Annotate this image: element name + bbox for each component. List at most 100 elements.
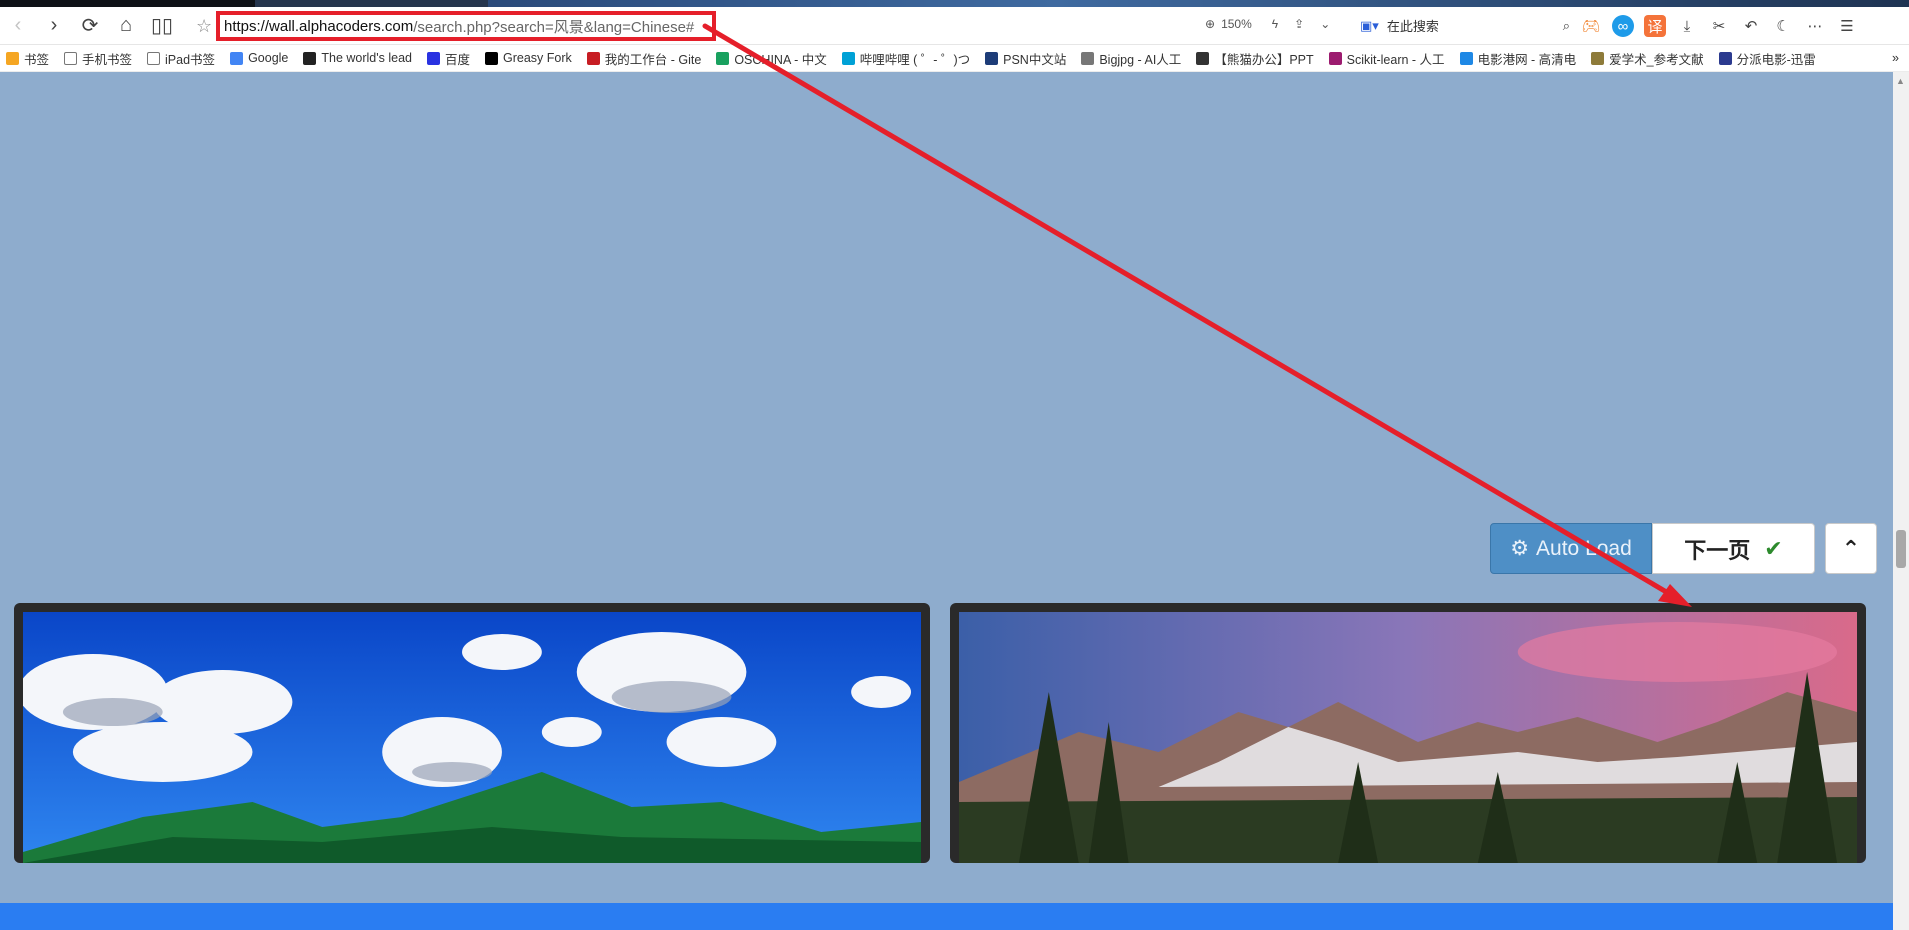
favicon-icon <box>985 51 999 65</box>
bookmark-label: Greasy Fork <box>503 51 572 65</box>
wallpaper-thumbnail[interactable] <box>959 612 1857 863</box>
bookmark-item[interactable]: The world's lead <box>297 51 421 65</box>
vertical-scrollbar[interactable]: ▲ <box>1893 72 1909 930</box>
bookmark-label: 我的工作台 - Gite <box>604 52 702 67</box>
more-icon[interactable]: ⋯ <box>1804 15 1826 37</box>
gear-icon: ⚙ <box>1510 537 1530 560</box>
bookmark-item[interactable]: 分派电影-迅雷 <box>1713 49 1825 68</box>
auto-load-button[interactable]: ⚙ Auto Load <box>1490 523 1652 574</box>
bookmark-label: 分派电影-迅雷 <box>1736 52 1816 67</box>
bookmark-label: Bigjpg - AI人工 <box>1099 52 1182 67</box>
game-icon[interactable]: 🎮︎ <box>1580 15 1602 37</box>
book-icon[interactable]: ▯▯ <box>144 8 180 44</box>
reload-icon[interactable]: ⟳ <box>72 8 108 44</box>
star-icon <box>6 51 19 65</box>
bookmark-label: iPad书签 <box>165 52 216 67</box>
bookmarks-overflow-icon[interactable]: » <box>1882 51 1909 65</box>
browser-toolbar: ‹ › ⟳ ⌂ ▯▯ ☆ https://wall.alphacoders.co… <box>0 7 1909 45</box>
zoom-indicator[interactable]: ⊕ 150% ϟ ⇪ ⌄ <box>1205 17 1330 31</box>
bookmark-item[interactable]: 百度 <box>421 49 479 68</box>
wallpaper-card[interactable] <box>14 603 930 863</box>
footer-bar <box>0 903 1893 930</box>
chevron-up-icon: ⌃ <box>1841 535 1861 561</box>
auto-load-label: Auto Load <box>1536 536 1632 560</box>
favicon-icon <box>147 51 161 65</box>
forward-icon[interactable]: › <box>36 8 72 44</box>
bookmark-label: PSN中文站 <box>1003 52 1067 67</box>
bookmark-label: 百度 <box>445 52 471 67</box>
translate-icon[interactable]: 译 <box>1644 15 1666 37</box>
scroll-up-icon[interactable]: ▲ <box>1896 76 1905 86</box>
extension-icons: 🎮︎ ∞ 译 ⤓ ✂ ↶ ☾ ⋯ ☰ <box>1580 15 1858 37</box>
favicon-icon <box>1081 51 1095 65</box>
bookmark-item[interactable]: 手机书签 <box>58 49 141 68</box>
bookmark-item[interactable]: PSN中文站 <box>979 49 1075 68</box>
favicon-icon <box>303 51 317 65</box>
bookmark-item[interactable]: 爱学术_参考文献 <box>1585 49 1712 68</box>
lightning-icon[interactable]: ϟ <box>1272 17 1278 31</box>
url-host: https://wall.alphacoders.com <box>224 17 414 35</box>
wallpaper-thumbnail[interactable] <box>23 612 921 863</box>
star-icon[interactable]: ☆ <box>196 16 212 37</box>
zoom-icon: ⊕ <box>1205 17 1216 31</box>
favicon-icon <box>1328 51 1342 65</box>
bookmark-label: 爱学术_参考文献 <box>1609 52 1704 67</box>
favicon-icon <box>230 51 244 65</box>
next-page-label: 下一页 <box>1684 537 1751 563</box>
bookmark-item[interactable]: OSCHINA - 中文 <box>710 49 835 68</box>
pagination-buttons: ⚙ Auto Load 下一页 ✔ <box>1490 523 1815 574</box>
favicon-icon <box>841 51 855 65</box>
bookmark-item[interactable]: 电影港网 - 高清电 <box>1454 49 1586 68</box>
scroll-to-top-button[interactable]: ⌃ <box>1825 523 1877 574</box>
favicon-icon <box>1591 51 1605 65</box>
favicon-icon <box>1196 51 1210 65</box>
share-icon[interactable]: ⇪ <box>1294 17 1304 31</box>
bookmark-label: The world's lead <box>321 51 412 65</box>
favicon-icon <box>1718 51 1732 65</box>
bookmark-label: Scikit-learn - 人工 <box>1346 52 1445 67</box>
moon-icon[interactable]: ☾ <box>1772 15 1794 37</box>
bookmark-item[interactable]: 我的工作台 - Gite <box>581 49 711 68</box>
bookmark-item[interactable]: iPad书签 <box>141 49 224 68</box>
background-tabs[interactable] <box>488 0 1909 7</box>
active-tab[interactable] <box>0 0 255 7</box>
next-page-button[interactable]: 下一页 ✔ <box>1652 523 1815 574</box>
favicon-icon <box>485 51 499 65</box>
bookmark-item[interactable]: 【熊猫办公】PPT <box>1190 49 1322 68</box>
favicon-icon <box>427 51 440 65</box>
search-box[interactable]: ▣▾ 在此搜索 ⌕ <box>1360 16 1570 35</box>
chevron-down-icon[interactable]: ⌄ <box>1320 17 1330 31</box>
bookmark-label: 手机书签 <box>82 52 133 67</box>
check-icon: ✔ <box>1764 535 1783 561</box>
address-bar[interactable]: https://wall.alphacoders.com/search.php?… <box>216 11 716 41</box>
bookmark-item[interactable]: Greasy Fork <box>479 51 581 65</box>
back-icon[interactable]: ‹ <box>0 8 36 44</box>
bookmark-item[interactable]: Google <box>224 51 297 65</box>
bookmark-label: 哔哩哔哩 ( ゜- ゜)つ <box>859 52 971 67</box>
favicon-icon <box>716 51 730 65</box>
favicon-icon <box>1459 51 1473 65</box>
bookmark-label: 书签 <box>24 52 50 67</box>
undo-icon[interactable]: ↶ <box>1740 15 1762 37</box>
favicon-icon <box>586 51 600 65</box>
scrollbar-thumb[interactable] <box>1896 530 1906 568</box>
home-icon[interactable]: ⌂ <box>108 8 144 44</box>
bookmark-label: OSCHINA - 中文 <box>734 52 827 67</box>
search-icon[interactable]: ⌕ <box>1563 18 1570 34</box>
bookmark-item[interactable]: 哔哩哔哩 ( ゜- ゜)つ <box>836 49 979 68</box>
wallpaper-card[interactable] <box>950 603 1866 863</box>
bookmark-label: Google <box>248 51 289 65</box>
download-icon[interactable]: ⤓ <box>1676 15 1698 37</box>
bookmark-label: 电影港网 - 高清电 <box>1477 52 1577 67</box>
bookmark-item[interactable]: Bigjpg - AI人工 <box>1075 49 1190 68</box>
url-path: /search.php?search=风景&lang=Chinese# <box>413 18 695 36</box>
favicon-icon <box>64 51 78 65</box>
infinity-icon[interactable]: ∞ <box>1612 15 1634 37</box>
bookmark-item[interactable]: Scikit-learn - 人工 <box>1323 49 1454 68</box>
zoom-level: 150% <box>1221 17 1252 31</box>
bookmark-item[interactable]: 书签 <box>0 49 58 68</box>
bookmark-label: 【熊猫办公】PPT <box>1214 52 1314 67</box>
scissors-icon[interactable]: ✂ <box>1708 15 1730 37</box>
menu-icon[interactable]: ☰ <box>1836 15 1858 37</box>
search-engine-icon[interactable]: ▣▾ <box>1360 18 1379 34</box>
